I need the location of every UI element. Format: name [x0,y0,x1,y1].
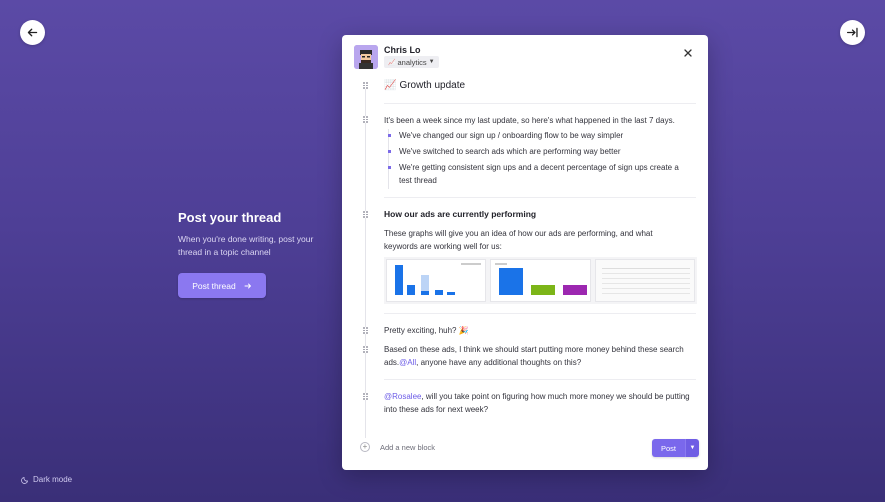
post-thread-promo: Post your thread When you're done writin… [178,210,338,298]
drag-handle-icon[interactable] [363,327,368,334]
chevron-down-icon: ▼ [689,445,696,451]
proposal-text-end: , anyone have any additional thoughts on… [416,358,582,367]
add-block-button[interactable]: + Add a new block [360,442,435,452]
mention-all[interactable]: @All [399,358,416,367]
plus-icon: + [360,442,370,452]
dark-mode-toggle[interactable]: Dark mode [21,475,72,484]
section-paragraph[interactable]: These graphs will give you an idea of ho… [384,227,684,253]
close-icon[interactable] [683,48,693,58]
list-item-text: We've switched to search ads which are p… [399,147,621,156]
add-block-label: Add a new block [380,442,436,452]
divider [384,197,696,198]
intro-paragraph[interactable]: It's been a week since my last update, s… [384,114,698,127]
table-thumbnail [594,259,695,302]
title-emoji: 📈 [384,80,397,91]
drag-handle-icon[interactable] [363,82,368,89]
drag-handle-icon[interactable] [363,346,368,353]
divider [384,313,696,314]
collapse-panel-button[interactable] [840,20,865,45]
mention-rosalee[interactable]: @Rosalee [384,392,421,401]
list-item: We're getting consistent sign ups and a … [388,161,698,187]
author-name: Chris Lo [384,45,421,55]
request-paragraph[interactable]: @Rosalee, will you take point on figurin… [384,390,694,416]
list-item-text: We're getting consistent sign ups and a … [399,163,679,185]
post-thread-button[interactable]: Post thread [178,273,266,298]
arrow-right-icon [244,283,251,288]
dark-mode-label: Dark mode [33,475,73,484]
graph-images[interactable] [384,257,697,304]
proposal-paragraph[interactable]: Based on these ads, I think we should st… [384,343,694,369]
channel-name: analytics [397,57,427,67]
drag-handle-icon[interactable] [363,393,368,400]
excited-paragraph[interactable]: Pretty exciting, huh? 🎉 [384,324,469,337]
color-bar-graph-thumbnail [490,259,591,302]
back-button[interactable] [20,20,45,45]
thread-line [365,83,366,438]
divider [384,379,696,380]
post-options-dropdown[interactable]: ▼ [685,439,700,457]
post-button-group: Post ▼ [652,439,700,457]
request-text: , will you take point on figuring how mu… [384,392,690,414]
avatar-illustration [354,45,378,69]
post-thread-label: Post thread [192,280,236,291]
post-button[interactable]: Post [652,439,686,457]
channel-selector[interactable]: 📈 analytics ▼ [384,56,439,68]
drag-handle-icon[interactable] [363,116,368,123]
divider [384,103,696,104]
avatar [354,45,378,69]
thread-composer: Chris Lo 📈 analytics ▼ 📈 Growth update I… [342,35,708,470]
promo-title: Post your thread [178,210,282,225]
list-item-text: We've changed our sign up / onboarding f… [399,131,624,140]
channel-emoji: 📈 [388,59,396,66]
chevron-down-icon: ▼ [428,59,435,65]
thread-title[interactable]: 📈 Growth update [384,80,465,91]
moon-icon [21,476,29,484]
list-item: We've changed our sign up / onboarding f… [388,129,698,142]
collapse-right-icon [846,27,858,38]
arrow-left-icon [27,28,38,37]
drag-handle-icon[interactable] [363,211,368,218]
section-heading[interactable]: How our ads are currently performing [384,209,536,219]
bar-graph-thumbnail [386,259,487,302]
title-text: Growth update [399,80,466,91]
list-item: We've switched to search ads which are p… [388,145,698,158]
promo-description: When you're done writing, post your thre… [178,234,314,257]
bullet-list[interactable]: We've changed our sign up / onboarding f… [388,129,698,190]
